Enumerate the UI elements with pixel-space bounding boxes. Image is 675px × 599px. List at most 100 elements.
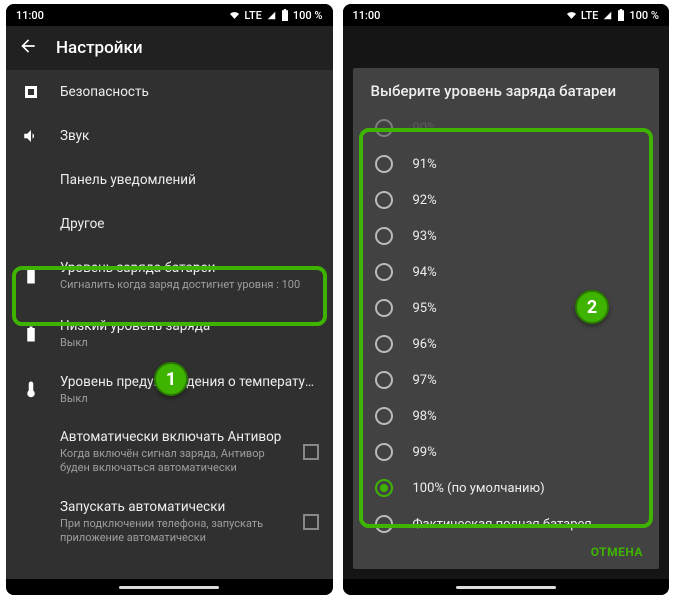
radio-icon: [375, 155, 393, 173]
spacer-icon: [20, 443, 42, 461]
option-label: 93%: [413, 229, 437, 244]
checkbox[interactable]: [303, 444, 319, 460]
row-label: Автоматически включать Антивор: [60, 429, 285, 445]
wifi-icon: [229, 11, 240, 20]
row-notifications[interactable]: Панель уведомлений: [6, 158, 333, 202]
option-97[interactable]: 97%: [353, 362, 660, 398]
option-label: 96%: [413, 337, 437, 352]
option-99[interactable]: 99%: [353, 434, 660, 470]
spacer-icon: [20, 215, 42, 233]
option-100[interactable]: 100% (по умолчанию): [353, 470, 660, 506]
row-sub: Выкл: [60, 336, 319, 350]
spacer-icon: [20, 171, 42, 189]
radio-icon: [375, 407, 393, 425]
nav-bar: [6, 579, 333, 595]
option-actual-full[interactable]: Фактическая полная батарея: [353, 506, 660, 537]
phone-left: 11:00 LTE 100 % Настройки Безопасность: [6, 4, 333, 595]
speaker-icon: [20, 127, 42, 145]
radio-icon: [375, 227, 393, 245]
row-label: Уровень заряда батареи: [60, 260, 319, 276]
option-92[interactable]: 92%: [353, 182, 660, 218]
dialog-options: 90% 91% 92% 93% 94% 95% 96% 97% 98% 99% …: [353, 110, 660, 537]
row-auto-antitheft[interactable]: Автоматически включать Антивор Когда вкл…: [6, 417, 333, 487]
battery-low-icon: [20, 325, 42, 343]
option-label: 98%: [413, 409, 437, 424]
row-label: Запускать автоматически: [60, 499, 285, 515]
radio-icon: [375, 371, 393, 389]
phone-right: 11:00 LTE 100 % Выберите уровень заряда …: [343, 4, 670, 595]
status-bar: 11:00 LTE 100 %: [6, 4, 333, 26]
row-other[interactable]: Другое: [6, 202, 333, 246]
row-label: Уровень предупреждения о температуре..: [60, 374, 319, 390]
radio-icon: [375, 263, 393, 281]
wifi-icon: [566, 11, 577, 20]
option-98[interactable]: 98%: [353, 398, 660, 434]
status-time: 11:00: [353, 9, 381, 22]
option-96[interactable]: 96%: [353, 326, 660, 362]
row-label: Панель уведомлений: [60, 172, 319, 188]
option-label: 100% (по умолчанию): [413, 481, 545, 496]
row-sub: Выкл: [60, 392, 319, 406]
option-label: 99%: [413, 445, 437, 460]
nav-bar: [343, 579, 670, 595]
option-91[interactable]: 91%: [353, 146, 660, 182]
row-low-battery[interactable]: Низкий уровень заряда Выкл: [6, 306, 333, 362]
temperature-icon: [20, 380, 42, 398]
app-bar: Настройки: [6, 26, 333, 70]
radio-icon: [375, 119, 393, 137]
row-sub: При подключении телефона, запускать прил…: [60, 517, 285, 545]
row-auto-launch[interactable]: Запускать автоматически При подключении …: [6, 487, 333, 557]
settings-list: Безопасность Звук Панель уведомлений Дру…: [6, 70, 333, 579]
row-sub: Сигналить когда заряд достигнет уровня :…: [60, 278, 319, 292]
annotation-badge-2: 2: [575, 290, 609, 324]
row-label: Безопасность: [60, 84, 319, 100]
battery-full-icon: [20, 267, 42, 285]
option-93[interactable]: 93%: [353, 218, 660, 254]
status-net: LTE: [581, 9, 599, 22]
status-right: LTE 100 %: [229, 9, 322, 22]
annotation-badge-1: 1: [154, 362, 188, 396]
status-net: LTE: [244, 9, 262, 22]
signal-icon: [266, 11, 277, 20]
status-time: 11:00: [16, 9, 44, 22]
signal-icon: [602, 11, 613, 20]
spacer-icon: [20, 513, 42, 531]
dialog-actions: ОТМЕНА: [353, 537, 660, 569]
row-label: Звук: [60, 128, 319, 144]
option-label: 97%: [413, 373, 437, 388]
status-batt: 100 %: [293, 9, 323, 22]
radio-icon: [375, 515, 393, 533]
row-sound[interactable]: Звук: [6, 114, 333, 158]
dialog-title: Выберите уровень заряда батареи: [353, 68, 660, 110]
radio-icon: [375, 191, 393, 209]
back-icon[interactable]: [18, 36, 38, 60]
option-94[interactable]: 94%: [353, 254, 660, 290]
radio-icon: [375, 443, 393, 461]
radio-icon: [375, 479, 393, 497]
option-label: 92%: [413, 193, 437, 208]
row-battery-level[interactable]: Уровень заряда батареи Сигналить когда з…: [6, 246, 333, 306]
option-label: Фактическая полная батарея: [413, 517, 592, 532]
shield-icon: [20, 83, 42, 101]
dialog-screen: Выберите уровень заряда батареи 90% 91% …: [343, 26, 670, 579]
row-label: Низкий уровень заряда: [60, 318, 319, 334]
status-bar: 11:00 LTE 100 %: [343, 4, 670, 26]
option-90[interactable]: 90%: [353, 110, 660, 146]
checkbox[interactable]: [303, 514, 319, 530]
row-security[interactable]: Безопасность: [6, 70, 333, 114]
option-95[interactable]: 95%: [353, 290, 660, 326]
radio-icon: [375, 335, 393, 353]
option-label: 91%: [413, 157, 437, 172]
page-title: Настройки: [56, 38, 143, 58]
radio-icon: [375, 299, 393, 317]
status-right: LTE 100 %: [566, 9, 659, 22]
cancel-button[interactable]: ОТМЕНА: [591, 545, 643, 559]
battery-icon: [617, 9, 625, 21]
battery-level-dialog: Выберите уровень заряда батареи 90% 91% …: [353, 68, 660, 569]
option-label: 90%: [413, 121, 437, 136]
battery-icon: [281, 9, 289, 21]
option-label: 94%: [413, 265, 437, 280]
status-batt: 100 %: [629, 9, 659, 22]
option-label: 95%: [413, 301, 437, 316]
row-sub: Когда включён сигнал заряда, Антивор буд…: [60, 447, 285, 475]
